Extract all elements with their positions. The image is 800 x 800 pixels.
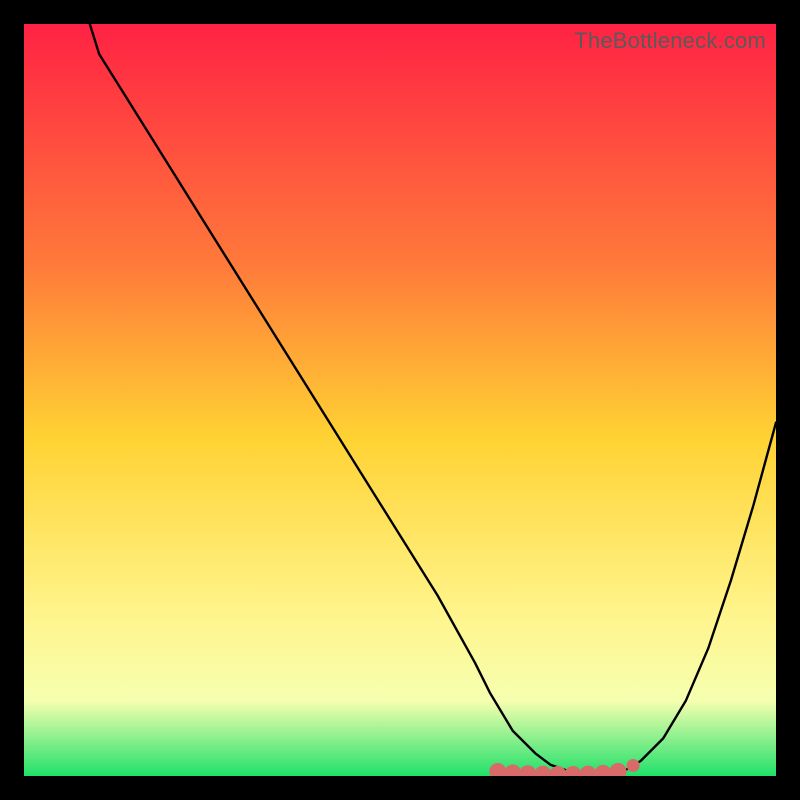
chart-frame: TheBottleneck.com	[24, 24, 776, 776]
plot-svg	[24, 24, 776, 776]
gradient-background	[24, 24, 776, 776]
optimal-marker	[627, 759, 640, 772]
watermark-text: TheBottleneck.com	[574, 28, 766, 54]
